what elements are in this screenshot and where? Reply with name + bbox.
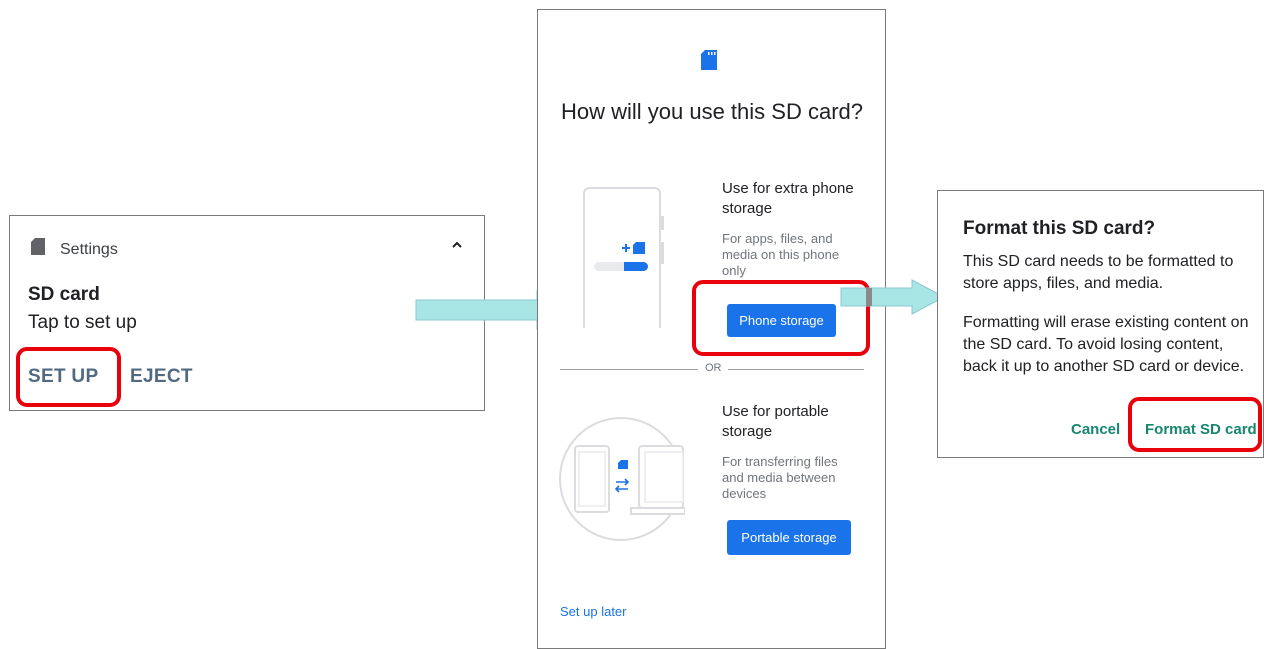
divider-line — [560, 369, 698, 370]
notification-subtitle: Tap to set up — [28, 312, 137, 333]
flow-arrow — [840, 279, 946, 315]
dialog-title: Format this SD card? — [963, 218, 1156, 239]
divider-line — [728, 369, 864, 370]
dialog-body-2: Formatting will erase existing content o… — [963, 314, 1249, 375]
eject-button[interactable]: EJECT — [130, 366, 193, 388]
phone-storage-title: Use for extra phone storage — [722, 180, 854, 217]
cancel-button[interactable]: Cancel — [1071, 421, 1120, 438]
notification-app-name: Settings — [60, 241, 118, 258]
portable-storage-button[interactable]: Portable storage — [727, 520, 851, 555]
chevron-up-icon[interactable] — [450, 238, 464, 252]
highlight-box-setup — [16, 347, 121, 407]
highlight-box-format — [1128, 397, 1262, 452]
phone-illustration — [582, 186, 666, 328]
set-up-later-link[interactable]: Set up later — [560, 604, 627, 619]
notification-title: SD card — [28, 284, 100, 305]
portable-storage-description: For transferring files and media between… — [722, 454, 838, 501]
devices-illustration — [559, 416, 685, 542]
portable-storage-title: Use for portable storage — [722, 403, 829, 440]
divider-or: OR — [705, 362, 722, 374]
phone-storage-description: For apps, files, and media on this phone… — [722, 231, 840, 278]
sd-card-icon — [31, 238, 45, 255]
sd-card-icon — [701, 50, 717, 70]
dialog-body-1: This SD card needs to be formatted to st… — [963, 253, 1234, 292]
setup-heading: How will you use this SD card? — [560, 99, 863, 124]
